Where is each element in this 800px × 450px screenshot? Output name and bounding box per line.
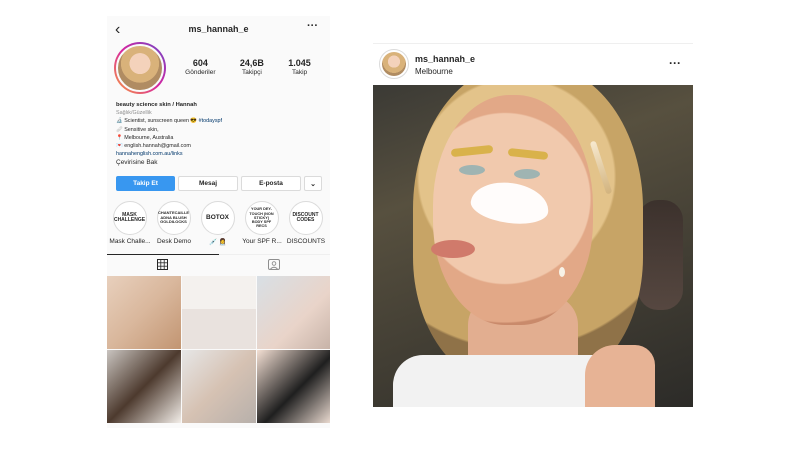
bio-name: beauty science skin / Hannah	[116, 102, 197, 108]
highlight-botox[interactable]: BOTOX 💉 👩‍⚕️	[199, 201, 236, 246]
stat-following-label: Takip	[291, 69, 308, 76]
highlight-label: Desk Demo	[157, 238, 191, 245]
email-button[interactable]: E-posta	[241, 176, 301, 191]
highlight-cover: DISCOUNT CODES	[288, 201, 323, 235]
bio-line-1: 🔬 Scientist, sunscreen queen 😎 #todayspf	[116, 117, 326, 125]
post-panel: ms_hannah_e Melbourne ···	[373, 43, 693, 407]
tab-tagged[interactable]	[219, 255, 331, 274]
grid-icon	[157, 259, 169, 270]
bio-line-4: 💌 english.hannah@gmail.com	[116, 143, 191, 150]
post-avatar-ring[interactable]	[379, 49, 409, 79]
highlight-cover: BOTOX	[200, 201, 235, 235]
highlight-label: 💉 👩‍⚕️	[209, 239, 227, 246]
photo-lips	[431, 240, 475, 258]
stat-following-value: 1.045	[288, 58, 311, 68]
highlight-cover: MASK CHALLENGE	[112, 201, 147, 235]
photo-hand	[585, 345, 655, 407]
stat-posts-label: Gönderiler	[185, 69, 216, 76]
profile-stats: 604 Gönderiler 24,6B Takipçi 1.045 Takip	[173, 58, 323, 76]
page: ‹ ms_hannah_e ··· 604 Gönderiler 24,6B T…	[0, 0, 800, 450]
grid-post[interactable]	[182, 350, 256, 423]
post-header: ms_hannah_e Melbourne ···	[373, 43, 693, 85]
post-photo[interactable]	[373, 85, 693, 407]
photo-earring	[559, 267, 565, 277]
bio-line-2: 🩹 Sensitive skin,	[116, 126, 159, 133]
grid-post[interactable]	[107, 350, 181, 423]
profile-topbar: ‹ ms_hannah_e ···	[107, 16, 330, 44]
grid-post[interactable]	[182, 276, 256, 349]
highlight-label: Mask Challe...	[109, 238, 151, 245]
bio-line-3: 📍 Melbourne, Australia	[116, 134, 174, 141]
highlight-label: DISCOUNTS	[286, 238, 326, 245]
grid-post[interactable]	[107, 276, 181, 349]
photo-background-person	[638, 200, 683, 310]
story-highlights: MASK CHALLENGE Mask Challe... CHANTECAIL…	[109, 201, 330, 246]
tab-grid[interactable]	[107, 254, 219, 274]
message-button[interactable]: Mesaj	[178, 176, 238, 191]
more-options-icon[interactable]: ···	[669, 56, 681, 70]
stat-posts[interactable]: 604 Gönderiler	[185, 58, 215, 76]
stat-posts-value: 604	[192, 58, 208, 68]
stat-followers-label: Takipçi	[241, 69, 262, 76]
avatar	[382, 52, 406, 76]
highlight-label: Your SPF R...	[242, 238, 282, 245]
post-username[interactable]: ms_hannah_e	[415, 54, 475, 64]
profile-tabs	[107, 254, 330, 274]
tagged-icon	[268, 259, 281, 270]
highlight-mask-challenge[interactable]: MASK CHALLENGE Mask Challe...	[109, 201, 151, 246]
bio-line-1-text: 🔬 Scientist, sunscreen queen 😎	[116, 118, 199, 125]
grid-post[interactable]	[257, 276, 330, 349]
post-location[interactable]: Melbourne	[415, 67, 453, 76]
profile-panel: ‹ ms_hannah_e ··· 604 Gönderiler 24,6B T…	[107, 16, 330, 428]
bio-link[interactable]: hannahenglish.com.au/links	[116, 150, 326, 158]
stat-followers[interactable]: 24,6B Takipçi	[240, 58, 264, 76]
profile-username: ms_hannah_e	[188, 24, 249, 34]
more-options-icon[interactable]: ···	[307, 20, 318, 32]
photo-eye-left	[459, 165, 485, 175]
dropdown-button[interactable]: ⌄	[304, 176, 322, 191]
highlight-cover: CHANTECAILLE ADNA BLUSH GOLDILOCKS	[156, 201, 191, 235]
profile-avatar-ring[interactable]	[114, 42, 166, 94]
stat-followers-value: 24,6B	[239, 58, 264, 68]
highlight-cover: YOUR DEY-TOUCH (NON STICKY) BODY SPF REC…	[244, 201, 279, 235]
highlight-discounts[interactable]: DISCOUNT CODES DISCOUNTS	[287, 201, 325, 246]
avatar	[116, 44, 164, 92]
see-translation-link[interactable]: Çevirisine Bak	[116, 159, 326, 167]
grid-post[interactable]	[257, 350, 330, 423]
photo-eye-right	[514, 169, 540, 179]
bio-hashtag[interactable]: #todayspf	[199, 118, 222, 124]
follow-button[interactable]: Takip Et	[116, 176, 175, 191]
highlight-desk-demo[interactable]: CHANTECAILLE ADNA BLUSH GOLDILOCKS Desk …	[155, 201, 192, 246]
post-grid	[107, 276, 330, 423]
highlight-spf[interactable]: YOUR DEY-TOUCH (NON STICKY) BODY SPF REC…	[242, 201, 282, 246]
stat-following[interactable]: 1.045 Takip	[288, 58, 311, 76]
bio-category: Sağlık/Güzellik	[116, 110, 152, 117]
profile-bio: beauty science skin / Hannah Sağlık/Güze…	[116, 101, 326, 168]
profile-actions: Takip Et Mesaj E-posta ⌄	[116, 176, 326, 191]
